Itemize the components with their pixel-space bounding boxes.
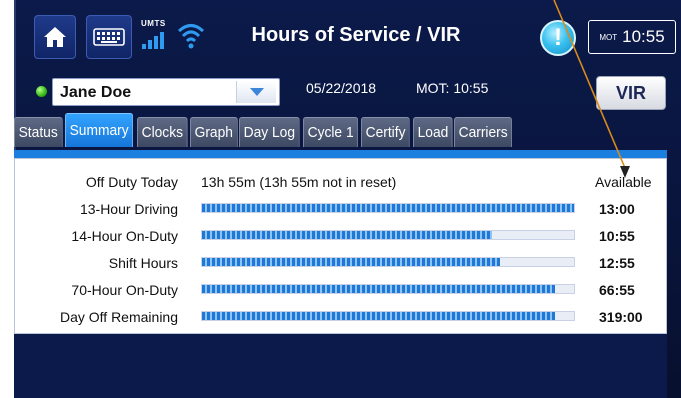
network-type: UMTS [141,19,166,28]
hours-row: Day Off Remaining 319:00 [15,306,668,326]
chevron-down-icon [249,88,264,96]
keyboard-button[interactable] [86,15,132,59]
off-duty-value: 13h 55m (13h 55m not in reset) [201,174,397,190]
hours-progress-fill [202,285,556,293]
hours-progress-bar [201,203,575,213]
hours-available-value: 319:00 [599,309,643,325]
hours-row-label: Shift Hours [108,255,178,271]
off-duty-label: Off Duty Today [85,174,178,190]
hours-available-value: 10:55 [599,228,635,244]
bottom-area [14,334,667,398]
driver-dropdown[interactable]: Jane Doe [52,78,280,106]
hours-available-value: 66:55 [599,282,635,298]
off-duty-row: Off Duty Today 13h 55m (13h 55m not in r… [15,171,668,191]
home-button[interactable] [34,15,76,59]
available-header: Available [595,174,652,190]
hours-row: 14-Hour On-Duty 10:55 [15,225,668,245]
tab-carriers[interactable]: Carriers [454,117,513,147]
tab-graph[interactable]: Graph [189,117,238,147]
hours-row-label: Day Off Remaining [59,309,178,325]
tab-certify[interactable]: Certify [361,117,411,147]
hours-available-value: 12:55 [599,255,635,271]
tab-clocks[interactable]: Clocks [136,117,188,147]
mot-time: MOT: 10:55 [416,80,489,96]
driver-name: Jane Doe [60,84,132,101]
app-title: Hours of Service / VIR [251,24,461,46]
alert-icon[interactable]: ! [540,20,576,56]
hours-progress-fill [202,231,493,239]
hours-progress-bar [201,311,575,321]
dropdown-button[interactable] [236,81,276,103]
tab-load[interactable]: Load [412,117,453,147]
wifi-icon [177,24,205,49]
tab-day-log[interactable]: Day Log [239,117,301,147]
cell-signal-icon: UMTS [138,19,172,55]
hours-progress-fill [202,312,556,320]
hours-progress-fill [202,204,574,212]
hours-row-label: 70-Hour On-Duty [71,282,178,298]
clock-time: 10:55 [622,27,665,46]
home-icon [44,27,66,47]
tab-summary[interactable]: Summary [64,113,133,147]
keyboard-icon [93,28,125,46]
hours-progress-bar [201,284,575,294]
hours-progress-bar [201,230,575,240]
current-date: 05/22/2018 [306,80,377,96]
tab-cycle-1[interactable]: Cycle 1 [303,117,359,147]
hours-row: 70-Hour On-Duty 66:55 [15,279,668,299]
hours-row: 13-Hour Driving 13:00 [15,198,668,218]
tab-status[interactable]: Status [14,117,63,147]
hours-progress-bar [201,257,575,267]
hours-row-label: 14-Hour On-Duty [71,228,178,244]
hours-available-value: 13:00 [599,201,635,217]
driver-status-indicator [36,86,47,97]
summary-panel: Off Duty Today 13h 55m (13h 55m not in r… [14,158,667,334]
vir-button[interactable]: VIR [596,76,666,110]
tab-underline [14,150,667,158]
clock-display: MOT 10:55 [588,20,676,54]
hours-row-label: 13-Hour Driving [79,201,178,217]
hours-row: Shift Hours 12:55 [15,252,668,272]
clock-prefix: MOT [599,32,618,42]
tab-bar: Status Summary Clocks Graph Day Log Cycle 1 Ce… [14,113,513,147]
hours-progress-fill [202,258,500,266]
